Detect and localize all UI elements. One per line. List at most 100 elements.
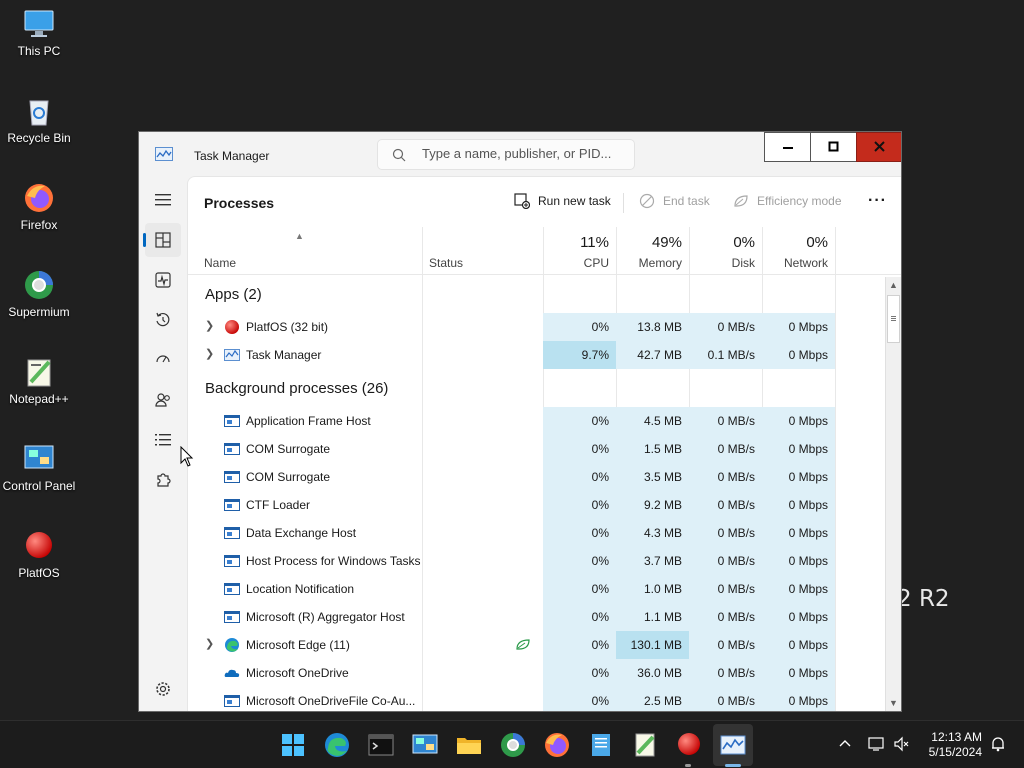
- table-row[interactable]: Microsoft (R) Aggregator Host 0% 1.1 MB …: [188, 603, 885, 631]
- table-row[interactable]: CTF Loader 0% 9.2 MB 0 MB/s 0 Mbps: [188, 491, 885, 519]
- firefox-icon[interactable]: [543, 731, 571, 759]
- run-new-task-button[interactable]: Run new task: [514, 193, 611, 209]
- close-icon: [874, 141, 885, 152]
- group-header-apps[interactable]: Apps (2): [188, 283, 885, 311]
- search-box[interactable]: [377, 139, 635, 170]
- process-name: Data Exchange Host: [246, 526, 357, 540]
- end-task-button[interactable]: End task: [639, 193, 710, 209]
- platfos-icon[interactable]: [675, 731, 703, 759]
- desktop-icon-supermium[interactable]: Supermium: [0, 269, 78, 319]
- task-manager-window: Task Manager Type a name, publisher, or …: [138, 131, 902, 712]
- desktop-icon-label: This PC: [17, 44, 61, 58]
- memory-value: 1.5 MB: [616, 435, 689, 463]
- column-header-status[interactable]: Status: [422, 227, 543, 275]
- network-value: 0 Mbps: [762, 463, 835, 491]
- close-button[interactable]: [856, 132, 901, 162]
- window-app-icon: [224, 695, 240, 707]
- scroll-down-arrow-icon[interactable]: ▼: [889, 698, 898, 708]
- nav-services[interactable]: [145, 463, 181, 497]
- memory-value: 42.7 MB: [616, 341, 689, 369]
- table-row[interactable]: COM Surrogate 0% 3.5 MB 0 MB/s 0 Mbps: [188, 463, 885, 491]
- efficiency-mode-button[interactable]: Efficiency mode: [733, 194, 842, 208]
- nav-app-history[interactable]: [145, 303, 181, 337]
- scroll-up-arrow-icon[interactable]: ▲: [889, 280, 898, 290]
- column-header-name[interactable]: ▲ Name: [188, 227, 422, 275]
- chevron-up-icon[interactable]: [838, 736, 852, 750]
- network-value: 0 Mbps: [762, 603, 835, 631]
- cpu-value: 0%: [543, 313, 616, 341]
- chevron-right-icon[interactable]: ❯: [205, 347, 214, 360]
- windows-start-icon[interactable]: [279, 731, 307, 759]
- processes-panel: Processes Run new task End task Efficien…: [187, 176, 901, 711]
- taskbar-clock[interactable]: 12:13 AM 5/15/2024: [920, 730, 982, 760]
- vertical-scrollbar[interactable]: ▲ ▼: [885, 277, 901, 711]
- minimize-button[interactable]: [764, 132, 811, 162]
- table-row[interactable]: ❯ PlatfOS (32 bit) 0% 13.8 MB 0 MB/s 0 M…: [188, 313, 885, 341]
- column-header-network[interactable]: 0% Network: [762, 227, 835, 275]
- column-header-disk[interactable]: 0% Disk: [689, 227, 762, 275]
- group-header-background[interactable]: Background processes (26): [188, 377, 885, 405]
- nav-startup-apps[interactable]: [145, 343, 181, 377]
- cpu-value: 0%: [543, 659, 616, 687]
- notification-icon[interactable]: [990, 736, 1006, 752]
- minimize-icon: [783, 147, 793, 149]
- network-value: 0 Mbps: [762, 659, 835, 687]
- task-manager-icon: [224, 349, 240, 361]
- memory-value: 9.2 MB: [616, 491, 689, 519]
- table-row[interactable]: Location Notification 0% 1.0 MB 0 MB/s 0…: [188, 575, 885, 603]
- supermium-icon: [23, 269, 55, 301]
- network-value: 0 Mbps: [762, 491, 835, 519]
- table-row[interactable]: ❯ Task Manager 9.7% 42.7 MB 0.1 MB/s 0 M…: [188, 341, 885, 369]
- desktop-icon-notepadpp[interactable]: Notepad++: [0, 356, 78, 406]
- run-task-icon: [514, 193, 530, 209]
- memory-value: 3.5 MB: [616, 463, 689, 491]
- desktop-icon-this-pc[interactable]: This PC: [0, 8, 78, 58]
- desktop-icon-label: Supermium: [8, 305, 70, 319]
- edge-icon[interactable]: [323, 731, 351, 759]
- maximize-button[interactable]: [810, 132, 857, 162]
- notepadpp-icon[interactable]: [631, 731, 659, 759]
- control-panel-icon[interactable]: [411, 731, 439, 759]
- desktop-icon-recycle-bin[interactable]: Recycle Bin: [0, 95, 78, 145]
- column-header-cpu[interactable]: 11% CPU: [543, 227, 616, 275]
- search-input[interactable]: [422, 146, 628, 161]
- file-explorer-icon[interactable]: [455, 731, 483, 759]
- memory-value: 3.7 MB: [616, 547, 689, 575]
- nav-performance[interactable]: [145, 263, 181, 297]
- page-title: Processes: [204, 195, 275, 211]
- nav-processes[interactable]: [143, 223, 181, 257]
- notepad-icon[interactable]: [587, 731, 615, 759]
- window-app-icon: [224, 443, 240, 455]
- chevron-right-icon[interactable]: ❯: [205, 319, 214, 332]
- table-row[interactable]: ❯ Microsoft Edge (11) 0% 130.1 MB 0 MB/s…: [188, 631, 885, 659]
- table-row[interactable]: COM Surrogate 0% 1.5 MB 0 MB/s 0 Mbps: [188, 435, 885, 463]
- table-row[interactable]: Application Frame Host 0% 4.5 MB 0 MB/s …: [188, 407, 885, 435]
- clock-time: 12:13 AM: [931, 730, 982, 744]
- nav-settings[interactable]: [145, 672, 181, 706]
- network-monitor-icon[interactable]: [868, 736, 884, 752]
- desktop-icon-firefox[interactable]: Firefox: [0, 182, 78, 232]
- title-bar[interactable]: Task Manager: [139, 132, 901, 176]
- column-header-disk-label: Disk: [731, 256, 755, 270]
- column-header-memory[interactable]: 49% Memory: [616, 227, 689, 275]
- desktop-icon-platfos[interactable]: PlatfOS: [0, 530, 78, 580]
- disk-value: 0 MB/s: [689, 435, 762, 463]
- nav-users[interactable]: [145, 383, 181, 417]
- performance-icon: [155, 272, 171, 288]
- table-row[interactable]: Microsoft OneDriveFile Co-Au... 0% 2.5 M…: [188, 687, 885, 711]
- desktop-icon-control-panel[interactable]: Control Panel: [0, 443, 78, 493]
- scrollbar-thumb[interactable]: [887, 295, 900, 343]
- table-row[interactable]: Data Exchange Host 0% 4.3 MB 0 MB/s 0 Mb…: [188, 519, 885, 547]
- window-app-icon: [224, 555, 240, 567]
- chevron-right-icon[interactable]: ❯: [205, 637, 214, 650]
- task-manager-icon[interactable]: [719, 731, 747, 759]
- table-row[interactable]: Microsoft OneDrive 0% 36.0 MB 0 MB/s 0 M…: [188, 659, 885, 687]
- supermium-icon[interactable]: [499, 731, 527, 759]
- terminal-icon[interactable]: [367, 731, 395, 759]
- speaker-muted-icon[interactable]: [894, 736, 910, 752]
- menu-toggle-button[interactable]: [145, 183, 181, 217]
- more-options-button[interactable]: ···: [868, 192, 887, 210]
- nav-details[interactable]: [145, 423, 181, 457]
- table-row[interactable]: Host Process for Windows Tasks 0% 3.7 MB…: [188, 547, 885, 575]
- cpu-value: 0%: [543, 435, 616, 463]
